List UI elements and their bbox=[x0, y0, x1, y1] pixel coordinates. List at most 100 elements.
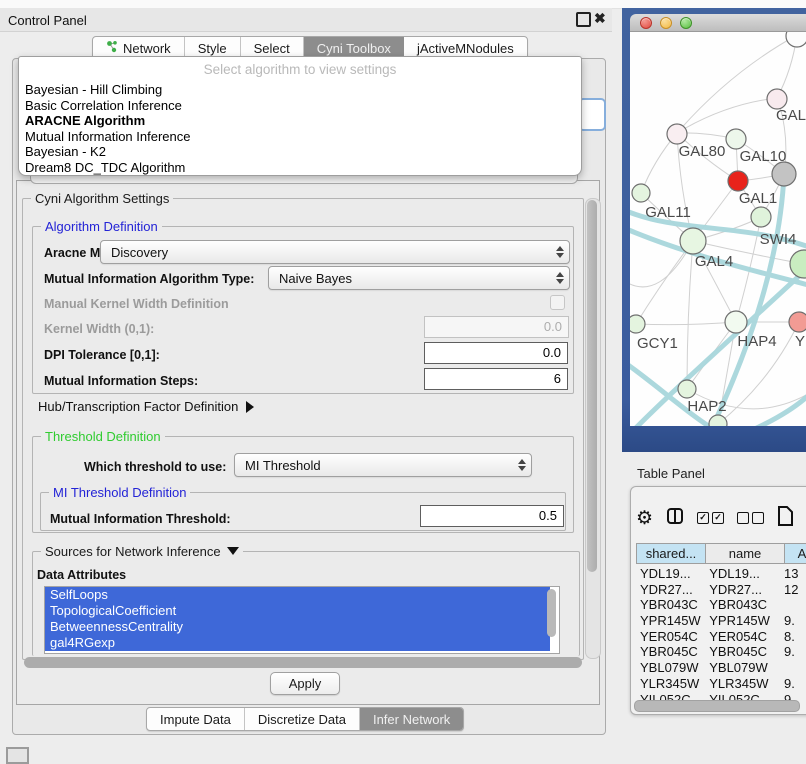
node-label: GAL4 bbox=[695, 253, 733, 270]
column-header-name[interactable]: name bbox=[706, 543, 784, 564]
table-row[interactable]: YDL19...YDL19...13 bbox=[636, 566, 806, 582]
node-gal80[interactable] bbox=[667, 124, 687, 144]
window-close-icon[interactable] bbox=[640, 17, 652, 29]
cell-name: YER054C bbox=[705, 629, 780, 645]
which-threshold-select[interactable]: MI Threshold bbox=[234, 453, 532, 477]
tab-impute-data-label: Impute Data bbox=[160, 712, 231, 727]
node-gal11[interactable] bbox=[632, 184, 650, 202]
algorithm-option[interactable]: Basic Correlation Inference bbox=[19, 98, 581, 114]
table-row[interactable]: YBR045CYBR045C9. bbox=[636, 644, 806, 660]
node-salmon[interactable] bbox=[789, 312, 806, 332]
kernel-width-field[interactable]: 0.0 bbox=[424, 316, 569, 338]
node[interactable] bbox=[790, 250, 806, 278]
cell-name: YDL19... bbox=[705, 566, 780, 582]
node-gal4[interactable] bbox=[680, 228, 706, 254]
cell-value: 9. bbox=[780, 613, 806, 629]
dpi-tolerance-field[interactable]: 0.0 bbox=[424, 342, 568, 364]
cell-value: 9. bbox=[780, 692, 806, 701]
panel-grip-icon[interactable] bbox=[6, 747, 29, 764]
threshold-definition-title: Threshold Definition bbox=[41, 429, 165, 444]
table-row[interactable]: YDR27...YDR27...12 bbox=[636, 582, 806, 598]
tab-select-label: Select bbox=[254, 41, 290, 56]
node[interactable] bbox=[786, 32, 806, 47]
gear-icon[interactable]: ⚙ bbox=[636, 509, 653, 528]
table-row[interactable]: YER054CYER054C8. bbox=[636, 629, 806, 645]
node-hap4[interactable] bbox=[725, 311, 747, 333]
window-minimize-icon[interactable] bbox=[660, 17, 672, 29]
stepper-icon bbox=[551, 272, 569, 284]
table-row[interactable]: YPR145WYPR145W9. bbox=[636, 613, 806, 629]
algorithm-option[interactable]: Bayesian - Hill Climbing bbox=[19, 82, 581, 98]
sources-title[interactable]: Sources for Network Inference bbox=[41, 544, 243, 559]
cell-shared: YBR045C bbox=[636, 644, 705, 660]
algorithm-option-selected[interactable]: ARACNE Algorithm bbox=[19, 113, 581, 129]
data-attributes-list[interactable]: SelfLoops TopologicalCoefficient Between… bbox=[44, 586, 560, 654]
node-hap2[interactable] bbox=[678, 380, 696, 398]
node[interactable] bbox=[709, 415, 727, 426]
table-hscrollbar-thumb[interactable] bbox=[634, 700, 800, 712]
algorithm-dropdown-popup: Select algorithm to view settings Bayesi… bbox=[18, 56, 582, 176]
list-scrollbar-thumb[interactable] bbox=[547, 589, 556, 637]
tab-jactivemnodules-label: jActiveMNodules bbox=[417, 41, 514, 56]
network-window-titlebar[interactable] bbox=[630, 14, 806, 32]
node-label: Y bbox=[795, 333, 805, 350]
cell-shared: YPR145W bbox=[636, 613, 705, 629]
algorithm-option[interactable]: Mutual Information Inference bbox=[19, 129, 581, 145]
table-row[interactable]: YBR043CYBR043C bbox=[636, 597, 806, 613]
tab-discretize-data-label: Discretize Data bbox=[258, 712, 346, 727]
cell-shared: YDL19... bbox=[636, 566, 705, 582]
window-zoom-icon[interactable] bbox=[680, 17, 692, 29]
table-row[interactable]: YIL052CYIL052C9. bbox=[636, 692, 806, 701]
column-header-shared[interactable]: shared... bbox=[636, 543, 706, 564]
mi-steps-field[interactable]: 6 bbox=[424, 368, 568, 390]
expand-arrow-icon[interactable] bbox=[246, 401, 254, 413]
list-item[interactable]: SelfLoops bbox=[45, 587, 550, 603]
node-gray[interactable] bbox=[772, 162, 796, 186]
select-all-columns-icon[interactable]: ✓✓ bbox=[697, 512, 724, 524]
list-item[interactable]: gal4RGexp bbox=[45, 635, 550, 651]
table-panel-title: Table Panel bbox=[637, 466, 705, 481]
cell-shared: YIL052C bbox=[636, 692, 705, 701]
tab-style-label: Style bbox=[198, 41, 227, 56]
aracne-mode-value: Discovery bbox=[101, 245, 551, 260]
tab-discretize-data[interactable]: Discretize Data bbox=[245, 708, 360, 730]
node-red[interactable] bbox=[728, 171, 748, 191]
node-gal10[interactable] bbox=[726, 129, 746, 149]
tab-infer-network[interactable]: Infer Network bbox=[360, 708, 463, 730]
table-row[interactable]: YLR345WYLR345W9. bbox=[636, 676, 806, 692]
focused-field-fragment bbox=[578, 98, 606, 131]
node-gcy1[interactable] bbox=[630, 315, 645, 333]
node-swi4[interactable] bbox=[751, 207, 771, 227]
list-item[interactable]: TopologicalCoefficient bbox=[45, 603, 550, 619]
cell-name: YBR045C bbox=[705, 644, 780, 660]
columns-icon[interactable] bbox=[666, 507, 684, 530]
mi-type-select[interactable]: Naive Bayes bbox=[268, 266, 570, 290]
close-icon[interactable]: ✖ bbox=[594, 10, 606, 27]
cell-value: 9. bbox=[780, 644, 806, 660]
manual-kernel-checkbox[interactable] bbox=[550, 295, 565, 310]
table-body[interactable]: YDL19...YDL19...13 YDR27...YDR27...12 YB… bbox=[636, 566, 806, 700]
collapse-arrow-icon[interactable] bbox=[227, 547, 239, 555]
tab-impute-data[interactable]: Impute Data bbox=[147, 708, 245, 730]
table-row[interactable]: YBL079WYBL079W bbox=[636, 660, 806, 676]
float-window-icon[interactable] bbox=[576, 12, 591, 27]
file-icon[interactable] bbox=[777, 505, 793, 532]
hub-tf-definition-toggle[interactable]: Hub/Transcription Factor Definition bbox=[38, 399, 254, 414]
apply-button[interactable]: Apply bbox=[270, 672, 340, 695]
which-threshold-label: Which threshold to use: bbox=[84, 460, 226, 474]
deselect-all-columns-icon[interactable] bbox=[737, 512, 764, 524]
network-view-canvas[interactable]: GAL GAL80 GAL10 GAL1 GAL11 SWI4 GAL4 GCY… bbox=[630, 32, 806, 426]
settings-hscrollbar-thumb[interactable] bbox=[24, 657, 582, 668]
column-header-partial[interactable]: A bbox=[784, 543, 806, 564]
algorithm-option[interactable]: Bayesian - K2 bbox=[19, 144, 581, 160]
algorithm-option[interactable]: Dream8 DC_TDC Algorithm bbox=[19, 160, 581, 176]
settings-scrollbar-thumb[interactable] bbox=[587, 200, 597, 572]
node-gal[interactable] bbox=[767, 89, 787, 109]
stepper-icon bbox=[551, 246, 569, 258]
aracne-mode-select[interactable]: Discovery bbox=[100, 240, 570, 264]
mi-threshold-field[interactable]: 0.5 bbox=[420, 505, 564, 527]
control-panel-titlebar bbox=[0, 8, 612, 32]
list-item[interactable]: BetweennessCentrality bbox=[45, 619, 550, 635]
mi-threshold-label: Mutual Information Threshold: bbox=[50, 512, 231, 526]
manual-kernel-label: Manual Kernel Width Definition bbox=[44, 297, 229, 311]
